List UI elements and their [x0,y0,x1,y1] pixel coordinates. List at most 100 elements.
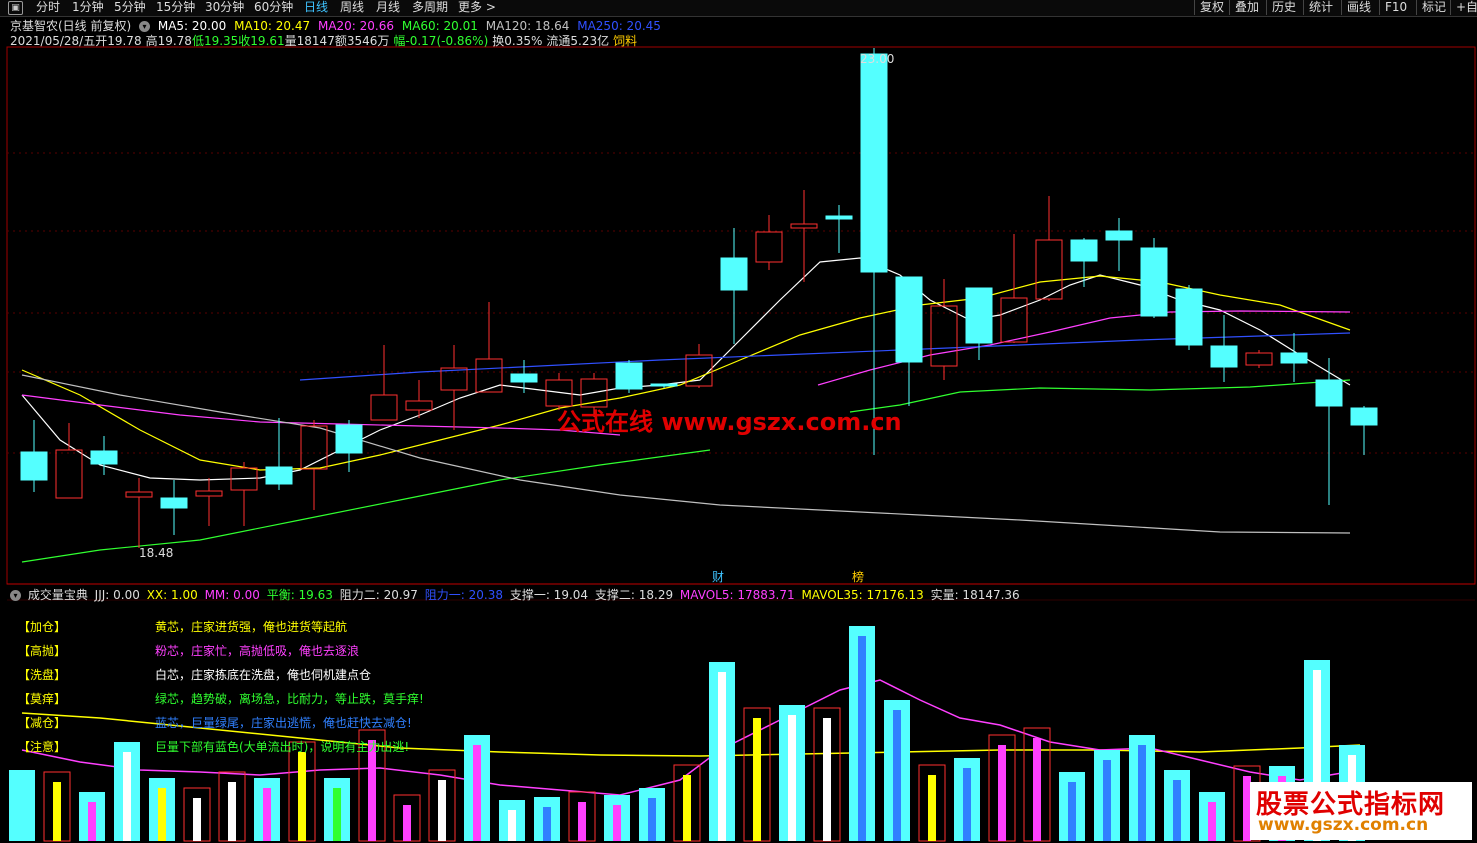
volume-bar-core [368,740,376,841]
candle-body [475,358,503,393]
volume-bar [673,764,701,842]
legend-row-sell-high: 【高抛】 粉芯，庄家忙，高抛低吸，俺也去逐浪 [18,642,359,659]
volume-bar [428,769,456,842]
legend-tag: 【减仓】 [18,716,67,730]
watermark-text: 公式在线 www.gszx.com.cn [557,408,902,436]
volume-bar-core [158,788,166,841]
list-marker[interactable]: 榜 [852,569,864,584]
candle [720,228,748,344]
candle-body [335,424,363,454]
volume-bar [1129,735,1155,841]
indicator-title[interactable]: 成交量宝典 [28,588,88,602]
candle [300,420,328,510]
indicator-real-volume: 实量: 18147.36 [930,588,1020,602]
ma120-line [21,374,1351,534]
volume-bar-core [683,775,691,841]
candle-body [755,231,783,263]
legend-tag: 【莫痒】 [18,692,67,706]
volume-bar [813,707,841,842]
candle-body [895,276,923,363]
candle-body [615,362,643,390]
volume-bar-core [928,775,936,841]
volume-bar-core [1033,738,1041,841]
legend-tag: 【高抛】 [18,644,67,658]
candle [1315,358,1343,505]
indicator-xx: XX: 1.00 [146,588,198,602]
candle-body [405,400,433,411]
volume-bar-core [613,805,621,841]
volume-bar [743,707,771,842]
candle [930,279,958,380]
candle-body [195,490,223,497]
quote-amount: 额3546万 [334,34,390,48]
candle [860,48,888,455]
candle [195,478,223,526]
quote-volume: 量18147 [284,34,335,48]
stock-quote-line: 2021/05/28/五开19.78 高19.78低19.35收19.61量181… [10,32,641,49]
volume-bar [568,791,596,842]
candle [440,345,468,430]
candle [615,360,643,393]
candle [1140,238,1168,318]
volume-bar [988,734,1016,842]
finance-marker[interactable]: 财 [712,570,724,584]
legend-row-wash: 【洗盘】 白芯，庄家拣底在洗盘，俺也伺机建点仓 [18,666,371,683]
legend-tag: 【注意】 [18,740,67,754]
volume-bar [393,794,421,842]
volume-bar [534,797,560,841]
volume-bar-core [1173,780,1181,841]
volume-bar [114,742,140,841]
volume-bar-core [88,802,96,841]
candle-body [1000,297,1028,343]
candle [55,423,83,499]
collapse-icon[interactable]: ▾ [139,21,151,32]
candle [265,418,293,490]
ma5-value: MA5: 20.00 [157,19,227,33]
volume-bar [288,741,316,842]
candle-body [720,257,748,291]
low-price-label: 18.48 [139,546,173,560]
indicator-resist2: 阻力二: 20.97 [339,588,418,602]
indicator-mavol5: MAVOL5: 17883.71 [679,588,795,602]
volume-bar [79,792,105,841]
volume-bar [149,778,175,841]
candle-body [825,215,853,220]
candle-body [1245,352,1273,366]
candle [405,380,433,418]
site-logo: 股票公式指标网 www.gszx.com.cn [1250,782,1472,840]
legend-tag: 【加仓】 [18,620,67,634]
logo-url: www.gszx.com.cn [1258,815,1429,835]
volume-bar-core [193,798,201,841]
volume-bar [1199,792,1225,841]
indicator-support2: 支撑二: 18.29 [594,588,674,602]
candle [1280,333,1308,382]
quote-material[interactable]: 饲料 [613,34,637,48]
quote-change: 幅-0.17(-0.86%) [393,34,489,48]
candle [20,420,48,492]
volume-bar-core [1068,782,1076,841]
volume-bar-core [648,798,656,841]
candle-body [1210,345,1238,368]
candle [895,276,923,406]
volume-bar [43,771,71,842]
candle-body [20,451,48,481]
ma60-value: MA60: 20.01 [401,19,478,33]
candle [1035,196,1063,301]
indicator-collapse-icon[interactable]: ▾ [10,590,21,601]
indicator-mm: MM: 0.00 [204,588,260,602]
volume-bar [183,787,211,842]
volume-bar-core [543,807,551,841]
volume-bar-core [998,745,1006,841]
volume-bar-core [438,780,446,841]
candle-body [55,449,83,499]
legend-text: 蓝芯，巨量绿尾，庄家出逃慌，俺也赶快去减仓! [155,716,412,730]
legend-row-reduce: 【减仓】 蓝芯，巨量绿尾，庄家出逃慌，俺也赶快去减仓! [18,714,412,731]
volume-bar [779,705,805,841]
volume-bar [254,778,280,841]
candle [475,302,503,393]
ma120-value: MA120: 18.64 [485,19,570,33]
volume-bar-core [473,745,481,841]
high-price-label: 23.00 [860,52,894,66]
volume-bar-core [333,788,341,841]
candle [370,345,398,421]
